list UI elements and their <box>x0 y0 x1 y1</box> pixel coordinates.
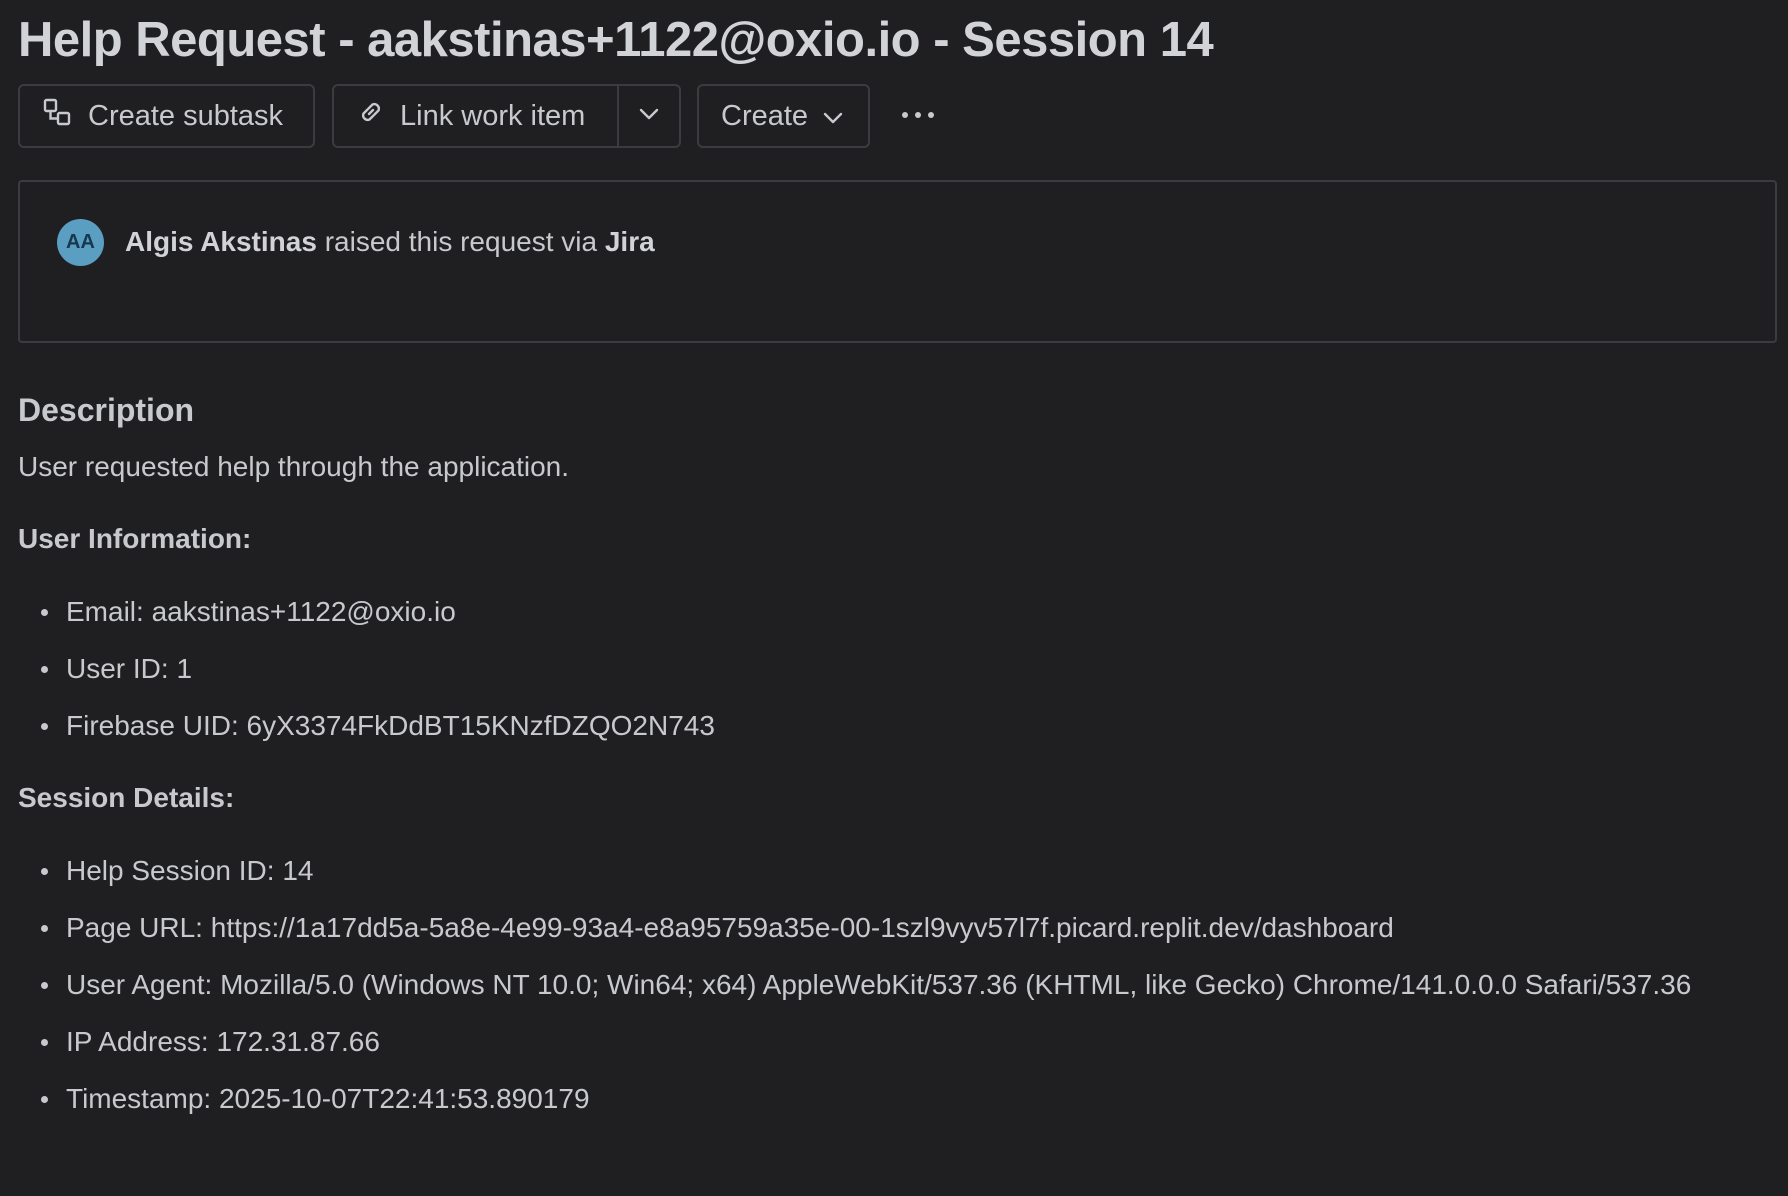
description-intro: User requested help through the applicat… <box>18 451 570 482</box>
issue-title[interactable]: Help Request - aakstinas+1122@oxio.io - … <box>18 12 1214 68</box>
list-item: Firebase UID: 6yX3374FkDdBT15KNzfDZQO2N7… <box>18 702 1718 750</box>
list-item: Timestamp: 2025-10-07T22:41:53.890179 <box>18 1075 1718 1123</box>
user-info-heading: User Information: <box>18 523 252 554</box>
list-item: User Agent: Mozilla/5.0 (Windows NT 10.0… <box>18 961 1718 1009</box>
chevron-down-icon <box>638 107 660 126</box>
link-icon <box>356 97 386 135</box>
create-subtask-button[interactable]: Create subtask <box>18 84 315 148</box>
raised-via-text: raised this request via <box>324 226 598 257</box>
request-origin-panel: AA Algis Akstinas raised this request vi… <box>18 180 1777 343</box>
session-details-list: Help Session ID: 14 Page URL: https://1a… <box>18 847 1718 1132</box>
chevron-down-icon <box>822 100 844 133</box>
reporter-name[interactable]: Algis Akstinas <box>125 226 317 257</box>
list-item: IP Address: 172.31.87.66 <box>18 1018 1718 1066</box>
link-work-item-dropdown[interactable] <box>619 86 679 146</box>
issue-toolbar: Create subtask Link work item Create <box>18 84 936 148</box>
link-work-item-button[interactable]: Link work item <box>334 86 619 146</box>
user-info-list: Email: aakstinas+1122@oxio.io User ID: 1… <box>18 588 1718 759</box>
create-subtask-label: Create subtask <box>88 99 284 132</box>
request-origin-text: Algis Akstinas raised this request via J… <box>125 226 655 258</box>
list-item: Help Session ID: 14 <box>18 847 1718 895</box>
list-item: Email: aakstinas+1122@oxio.io <box>18 588 1718 636</box>
avatar[interactable]: AA <box>57 219 104 266</box>
session-details-heading: Session Details: <box>18 782 235 813</box>
request-channel: Jira <box>604 226 655 257</box>
more-actions-button[interactable] <box>900 84 936 148</box>
create-label: Create <box>721 99 809 132</box>
link-work-item-split-button: Link work item <box>332 84 681 148</box>
subtask-icon <box>42 97 72 135</box>
create-button[interactable]: Create <box>697 84 870 148</box>
list-item: Page URL: https://1a17dd5a-5a8e-4e99-93a… <box>18 904 1718 952</box>
link-work-item-label: Link work item <box>400 99 586 132</box>
list-item: User ID: 1 <box>18 645 1718 693</box>
description-heading: Description <box>18 392 195 428</box>
more-icon <box>900 107 936 125</box>
